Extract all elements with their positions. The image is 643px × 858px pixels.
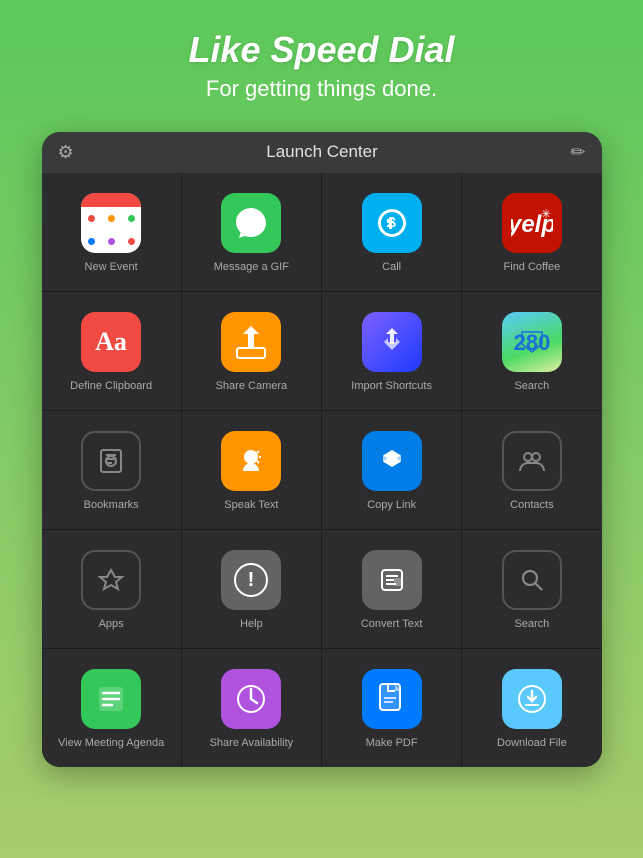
- app-make-pdf[interactable]: Make PDF: [322, 649, 461, 767]
- svg-text:✳: ✳: [541, 207, 551, 221]
- bookmarks-icon: [81, 431, 141, 491]
- share-availability-label: Share Availability: [210, 737, 294, 750]
- help-label: Help: [240, 618, 263, 631]
- call-label: Call: [382, 261, 401, 274]
- copy-link-label: Copy Link: [367, 499, 416, 512]
- app-apps[interactable]: Apps: [42, 530, 181, 648]
- svg-text:!: !: [248, 569, 255, 591]
- message-gif-label: Message a GIF: [214, 261, 289, 274]
- app-define-clipboard[interactable]: Aa Define Clipboard: [42, 292, 181, 410]
- import-shortcuts-icon: [362, 312, 422, 372]
- app-download-file[interactable]: Download File: [462, 649, 601, 767]
- app-call[interactable]: S Call: [322, 173, 461, 291]
- app-search[interactable]: Search: [462, 530, 601, 648]
- app-copy-link[interactable]: Copy Link: [322, 411, 461, 529]
- contacts-icon: [502, 431, 562, 491]
- new-event-label: New Event: [85, 261, 138, 274]
- hero-title: Like Speed Dial: [188, 30, 454, 70]
- app-share-availability[interactable]: Share Availability: [182, 649, 321, 767]
- app-new-event[interactable]: New Event: [42, 173, 181, 291]
- title-bar: ⚙ Launch Center ✏: [42, 132, 602, 173]
- app-import-shortcuts[interactable]: Import Shortcuts: [322, 292, 461, 410]
- define-clipboard-icon: Aa: [81, 312, 141, 372]
- define-clipboard-label: Define Clipboard: [70, 380, 152, 393]
- edit-icon[interactable]: ✏: [570, 142, 585, 163]
- title-bar-label: Launch Center: [266, 142, 378, 162]
- app-search-maps[interactable]: 280 Search: [462, 292, 601, 410]
- apps-label: Apps: [99, 618, 124, 631]
- convert-text-icon: [362, 550, 422, 610]
- download-file-icon: [502, 669, 562, 729]
- new-event-icon: [81, 193, 141, 253]
- make-pdf-label: Make PDF: [366, 737, 418, 750]
- message-gif-icon: [221, 193, 281, 253]
- app-help[interactable]: ! Help: [182, 530, 321, 648]
- app-convert-text[interactable]: Convert Text: [322, 530, 461, 648]
- speak-text-icon: [221, 431, 281, 491]
- app-grid: New Event Message a GIF S Call ye: [42, 173, 602, 767]
- search-maps-label: Search: [514, 380, 549, 393]
- app-share-camera[interactable]: Share Camera: [182, 292, 321, 410]
- convert-text-label: Convert Text: [361, 618, 423, 631]
- view-meeting-agenda-label: View Meeting Agenda: [58, 737, 164, 750]
- copy-link-icon: [362, 431, 422, 491]
- find-coffee-icon: yelp ✳: [502, 193, 562, 253]
- search-maps-icon: 280: [502, 312, 562, 372]
- call-icon: S: [362, 193, 422, 253]
- view-meeting-agenda-icon: [81, 669, 141, 729]
- make-pdf-icon: [362, 669, 422, 729]
- apps-icon: [81, 550, 141, 610]
- share-availability-icon: [221, 669, 281, 729]
- app-bookmarks[interactable]: Bookmarks: [42, 411, 181, 529]
- import-shortcuts-label: Import Shortcuts: [351, 380, 432, 393]
- svg-text:Aa: Aa: [95, 327, 127, 356]
- svg-text:S: S: [387, 215, 396, 230]
- app-find-coffee[interactable]: yelp ✳ Find Coffee: [462, 173, 601, 291]
- hero-section: Like Speed Dial For getting things done.: [168, 0, 474, 122]
- search-label: Search: [514, 618, 549, 631]
- speak-text-label: Speak Text: [224, 499, 278, 512]
- help-icon: !: [221, 550, 281, 610]
- app-contacts[interactable]: Contacts: [462, 411, 601, 529]
- download-file-label: Download File: [497, 737, 567, 750]
- find-coffee-label: Find Coffee: [504, 261, 561, 274]
- share-camera-icon: [221, 312, 281, 372]
- app-message-gif[interactable]: Message a GIF: [182, 173, 321, 291]
- search-icon: [502, 550, 562, 610]
- contacts-label: Contacts: [510, 499, 553, 512]
- app-speak-text[interactable]: Speak Text: [182, 411, 321, 529]
- hero-subtitle: For getting things done.: [188, 76, 454, 102]
- settings-icon[interactable]: ⚙: [58, 142, 74, 163]
- share-camera-label: Share Camera: [216, 380, 288, 393]
- device-frame: ⚙ Launch Center ✏ New Event Mes: [42, 132, 602, 767]
- bookmarks-label: Bookmarks: [84, 499, 139, 512]
- app-view-meeting-agenda[interactable]: View Meeting Agenda: [42, 649, 181, 767]
